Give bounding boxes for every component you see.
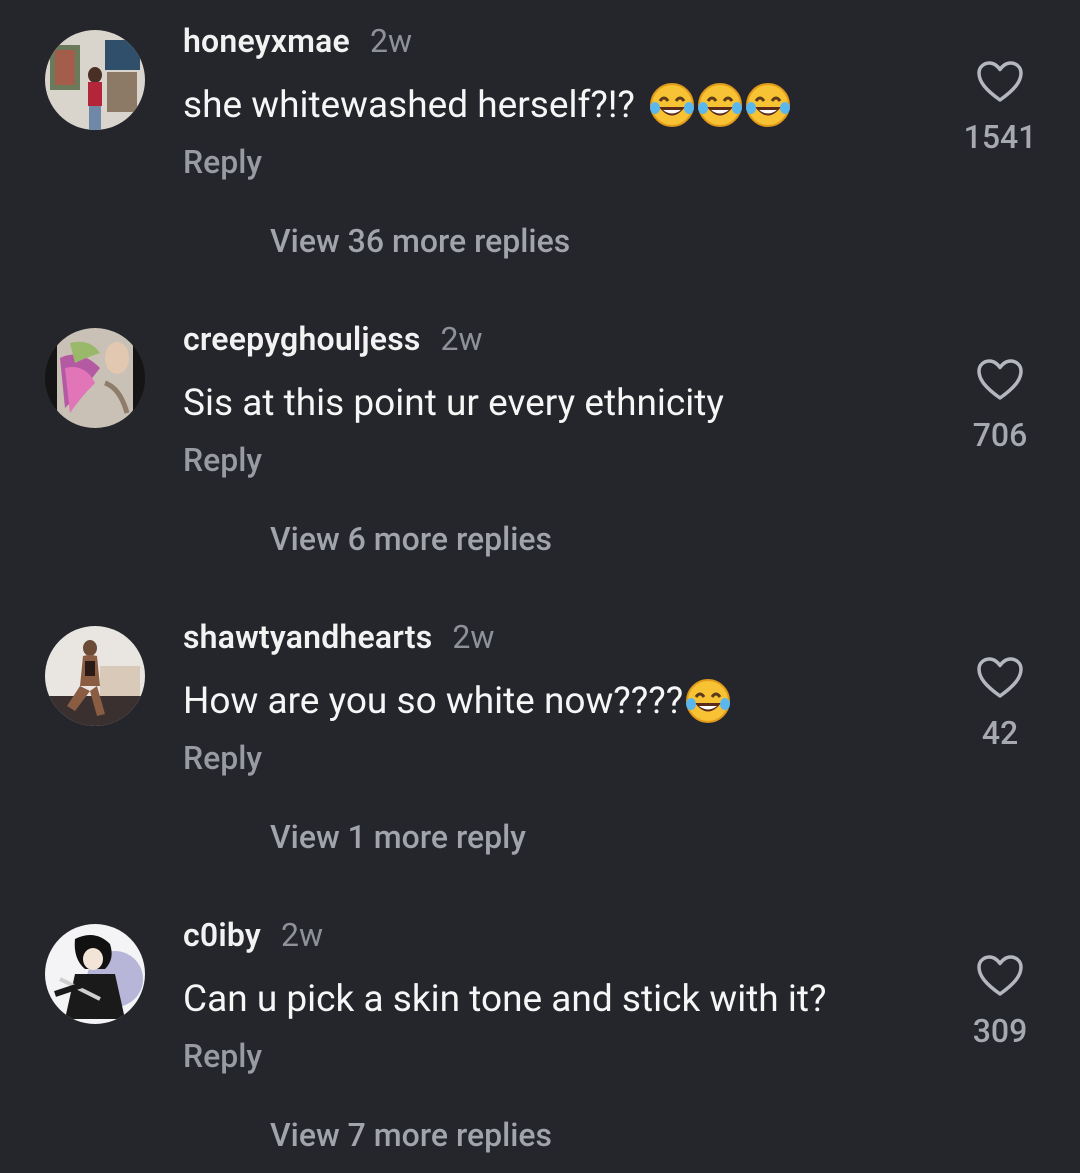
timestamp: 2w [452,618,495,656]
comment-header: shawtyandhearts 2w [183,618,494,662]
comment-body: How are you so white now???? [183,679,684,723]
comment-text: How are you so white now???? [183,676,731,726]
comment-body: Can u pick a skin tone and stick with it… [183,977,827,1021]
like-count: 309 [972,1012,1028,1050]
like-button[interactable]: 706 [940,358,1060,454]
like-button[interactable]: 42 [940,656,1060,752]
reply-button[interactable]: Reply [183,441,262,479]
comment-header: creepyghouljess 2w [183,320,483,364]
like-count: 706 [972,416,1028,454]
heart-outline-icon[interactable] [976,954,1024,998]
reply-button[interactable]: Reply [183,1037,262,1075]
avatar[interactable] [45,328,145,428]
view-replies-link[interactable]: View 36 more replies [270,222,570,260]
comment-header: honeyxmae 2w [183,22,412,66]
heart-outline-icon[interactable] [976,60,1024,104]
username[interactable]: c0iby [183,916,261,954]
face-with-tears-of-joy-icon [697,83,742,127]
avatar[interactable] [45,924,145,1024]
comment-item: shawtyandhearts 2w How are you so white … [0,596,1080,894]
like-count: 42 [981,714,1019,752]
comment-item: c0iby 2w Can u pick a skin tone and stic… [0,894,1080,1173]
avatar[interactable] [45,626,145,726]
heart-outline-icon[interactable] [976,358,1024,402]
comment-text: Can u pick a skin tone and stick with it… [183,974,826,1024]
avatar[interactable] [45,30,145,130]
username[interactable]: creepyghouljess [183,320,421,358]
view-replies-link[interactable]: View 1 more reply [270,818,526,856]
timestamp: 2w [281,916,324,954]
comment-text: she whitewashed herself?!? [183,80,791,130]
comment-header: c0iby 2w [183,916,323,960]
reply-button[interactable]: Reply [183,739,262,777]
comment-body: Sis at this point ur every ethnicity [183,381,724,425]
face-with-tears-of-joy-icon [686,679,731,723]
face-with-tears-of-joy-icon [649,83,694,127]
comment-body: she whitewashed herself?!? [183,83,635,127]
comment-item: honeyxmae 2w she whitewashed herself?!? … [0,0,1080,298]
username[interactable]: shawtyandhearts [183,618,432,656]
comment-item: creepyghouljess 2w Sis at this point ur … [0,298,1080,596]
reply-button[interactable]: Reply [183,143,262,181]
heart-outline-icon[interactable] [976,656,1024,700]
like-button[interactable]: 309 [940,954,1060,1050]
view-replies-link[interactable]: View 6 more replies [270,520,552,558]
username[interactable]: honeyxmae [183,22,350,60]
like-count: 1541 [963,118,1037,156]
timestamp: 2w [369,22,412,60]
like-button[interactable]: 1541 [940,60,1060,156]
comment-text: Sis at this point ur every ethnicity [183,378,724,428]
face-with-tears-of-joy-icon [745,83,790,127]
view-replies-link[interactable]: View 7 more replies [270,1116,552,1154]
timestamp: 2w [440,320,483,358]
